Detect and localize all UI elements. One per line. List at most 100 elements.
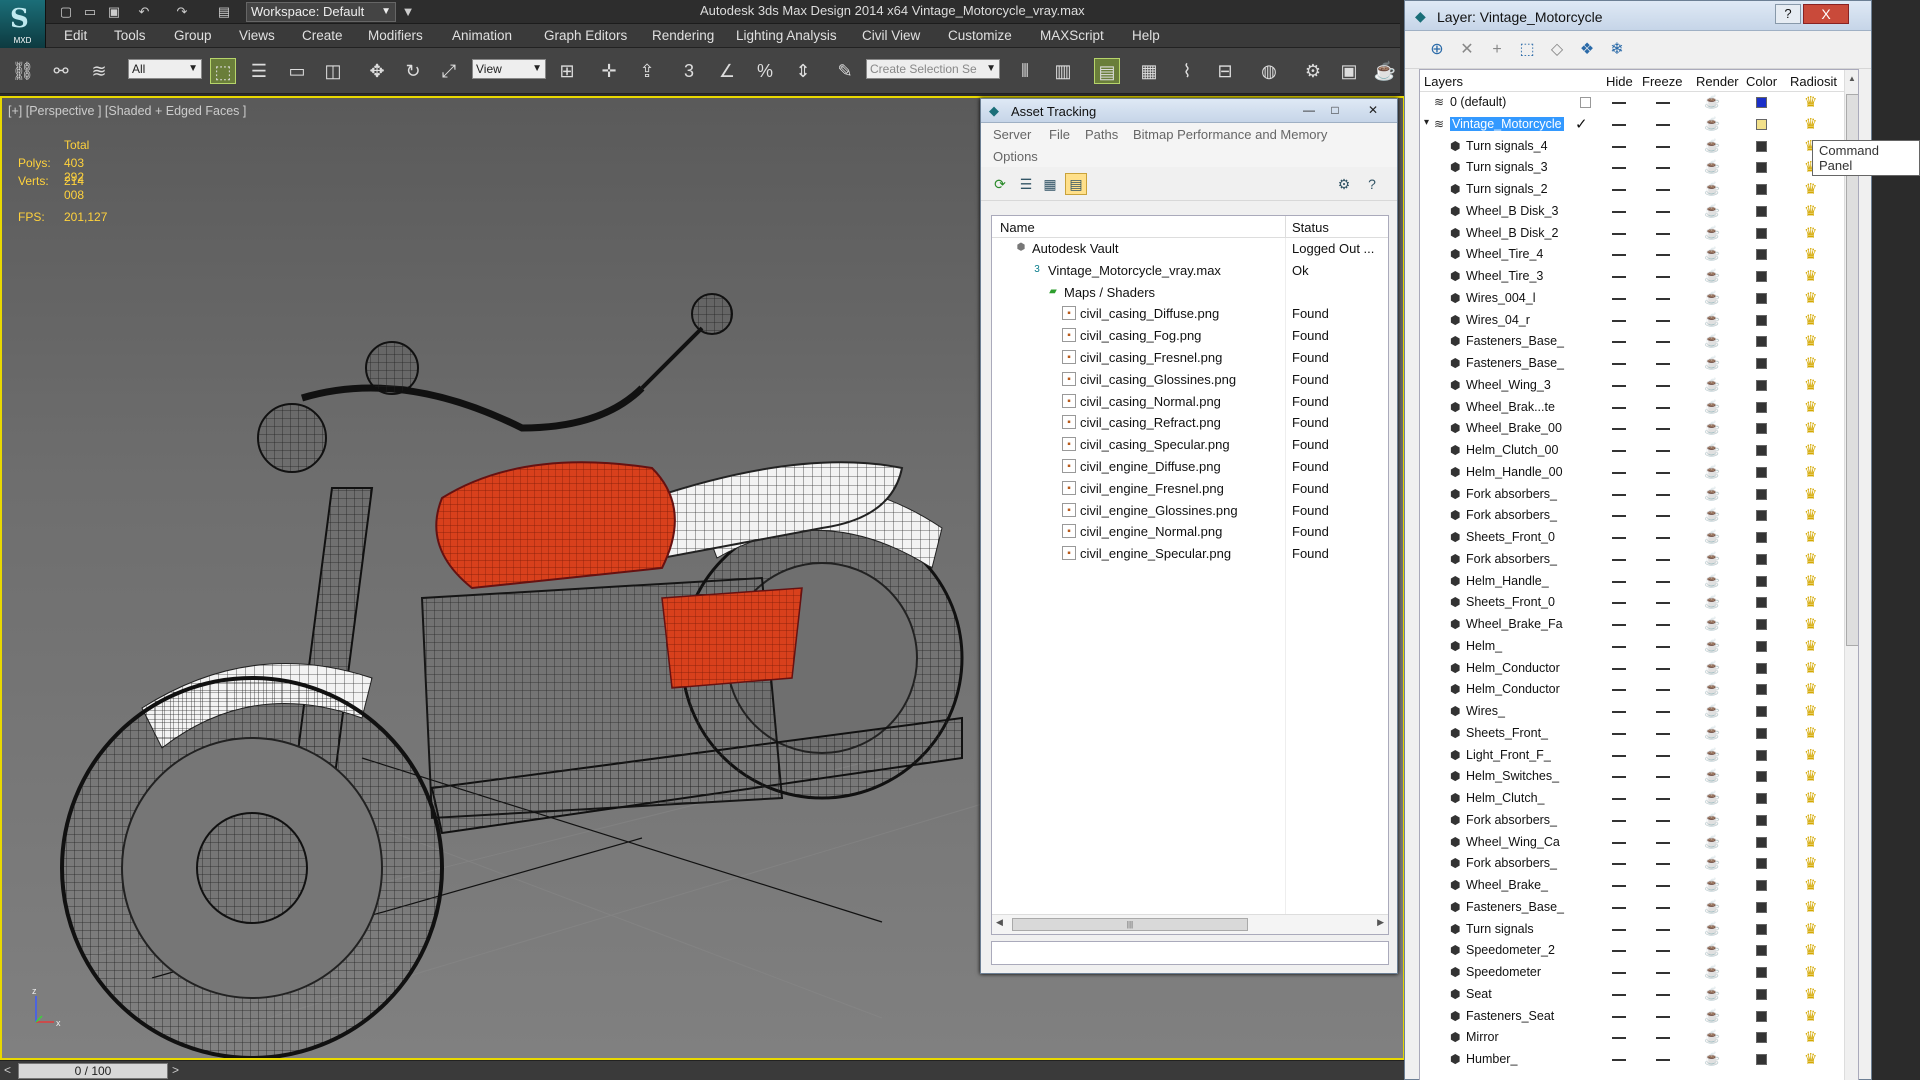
color-swatch[interactable]	[1756, 684, 1767, 696]
radiosity-icon[interactable]: ♛	[1804, 550, 1817, 568]
menu-civil-view[interactable]: Civil View	[862, 28, 920, 43]
object-row[interactable]: ⬢ Humber_ ☕ ♛	[1420, 1049, 1858, 1071]
hide-toggle[interactable]	[1612, 602, 1626, 605]
column-header-radiosity[interactable]: Radiosit	[1790, 74, 1837, 89]
color-swatch[interactable]	[1756, 814, 1767, 826]
hide-toggle[interactable]	[1612, 1037, 1626, 1040]
object-row[interactable]: ⬢ Wheel_Brake_Fa ☕ ♛	[1420, 614, 1858, 636]
hide-toggle[interactable]	[1612, 776, 1626, 779]
delete-layer-icon[interactable]: ✕	[1455, 39, 1479, 61]
refresh-icon[interactable]: ⟳	[989, 173, 1011, 195]
hide-toggle[interactable]	[1612, 972, 1626, 974]
hide-toggle[interactable]	[1612, 885, 1626, 887]
asset-row[interactable]: ▪ civil_casing_Specular.png Found	[992, 434, 1388, 456]
radiosity-icon[interactable]: ♛	[1804, 659, 1817, 677]
hide-toggle[interactable]	[1612, 754, 1626, 757]
asset-row[interactable]: ▪ civil_casing_Refract.png Found	[992, 412, 1388, 434]
color-swatch[interactable]	[1756, 1010, 1767, 1022]
hide-toggle[interactable]	[1612, 297, 1626, 300]
color-swatch[interactable]	[1756, 97, 1767, 108]
radiosity-icon[interactable]: ♛	[1804, 1007, 1817, 1025]
freeze-toggle[interactable]	[1656, 776, 1670, 779]
color-swatch[interactable]	[1756, 901, 1767, 913]
select-manipulate-icon[interactable]: ✛	[596, 58, 622, 84]
color-swatch[interactable]	[1756, 162, 1767, 174]
hide-toggle[interactable]	[1612, 711, 1626, 713]
menu-lighting-analysis[interactable]: Lighting Analysis	[736, 28, 837, 43]
color-swatch[interactable]	[1756, 401, 1767, 413]
active-layer-check-icon[interactable]: ✓	[1575, 115, 1588, 133]
asset-row[interactable]: ▪ civil_casing_Glossines.png Found	[992, 369, 1388, 391]
scale-icon[interactable]: ⤢	[436, 58, 462, 84]
render-teapot-icon[interactable]: ☕	[1704, 290, 1720, 306]
freeze-toggle[interactable]	[1656, 1015, 1670, 1018]
freeze-toggle[interactable]	[1656, 145, 1670, 148]
object-row[interactable]: ⬢ Seat ☕ ♛	[1420, 984, 1858, 1006]
render-teapot-icon[interactable]: ☕	[1704, 377, 1720, 393]
freeze-toggle[interactable]	[1656, 754, 1670, 757]
object-row[interactable]: ⬢ Helm_ ☕ ♛	[1420, 636, 1858, 658]
object-row[interactable]: ⬢ Wheel_Brak...te ☕ ♛	[1420, 397, 1858, 419]
hide-toggle[interactable]	[1612, 276, 1626, 278]
color-swatch[interactable]	[1756, 1032, 1767, 1044]
render-teapot-icon[interactable]: ☕	[1704, 486, 1720, 502]
radiosity-icon[interactable]: ♛	[1804, 854, 1817, 872]
freeze-toggle[interactable]	[1656, 711, 1670, 713]
object-row[interactable]: ⬢ Fork absorbers_ ☕ ♛	[1420, 549, 1858, 571]
render-teapot-icon[interactable]: ☕	[1704, 790, 1720, 806]
render-teapot-icon[interactable]: ☕	[1704, 616, 1720, 632]
radiosity-icon[interactable]: ♛	[1804, 963, 1817, 981]
hide-toggle[interactable]	[1612, 1015, 1626, 1018]
render-teapot-icon[interactable]: ☕	[1704, 420, 1720, 436]
radiosity-icon[interactable]: ♛	[1804, 789, 1817, 807]
color-swatch[interactable]	[1756, 662, 1767, 674]
radiosity-icon[interactable]: ♛	[1804, 724, 1817, 742]
render-teapot-icon[interactable]: ☕	[1704, 333, 1720, 349]
object-row[interactable]: ⬢ Wheel_Brake_00 ☕ ♛	[1420, 418, 1858, 440]
render-teapot-icon[interactable]: ☕	[1704, 964, 1720, 980]
column-header-layers[interactable]: Layers	[1424, 74, 1463, 89]
hide-toggle[interactable]	[1612, 210, 1626, 213]
radiosity-icon[interactable]: ♛	[1804, 1028, 1817, 1046]
render-teapot-icon[interactable]: ☕	[1704, 855, 1720, 871]
app-logo-button[interactable]: S MXD	[0, 0, 46, 48]
render-teapot-icon[interactable]: ☕	[1704, 464, 1720, 480]
scroll-right-icon[interactable]: ▶	[1377, 917, 1384, 928]
render-teapot-icon[interactable]: ☕	[1704, 681, 1720, 697]
asset-row[interactable]: 3 Vintage_Motorcycle_vray.max Ok	[992, 260, 1388, 282]
hide-toggle[interactable]	[1612, 863, 1626, 866]
hide-toggle[interactable]	[1612, 189, 1626, 191]
hide-toggle[interactable]	[1612, 384, 1626, 387]
object-row[interactable]: ⬢ Fork absorbers_ ☕ ♛	[1420, 810, 1858, 832]
column-header-hide[interactable]: Hide	[1606, 74, 1633, 89]
hide-toggle[interactable]	[1612, 580, 1626, 583]
render-teapot-icon[interactable]: ☕	[1704, 942, 1720, 958]
horizontal-scrollbar[interactable]: ◀ ||| ▶	[992, 914, 1388, 934]
color-swatch[interactable]	[1756, 967, 1767, 978]
freeze-toggle[interactable]	[1656, 428, 1670, 431]
color-swatch[interactable]	[1756, 836, 1767, 848]
asset-row[interactable]: ▪ civil_engine_Specular.png Found	[992, 543, 1388, 565]
hide-toggle[interactable]	[1612, 471, 1626, 474]
color-swatch[interactable]	[1756, 510, 1767, 522]
freeze-toggle[interactable]	[1656, 558, 1670, 561]
render-teapot-icon[interactable]: ☕	[1704, 1051, 1720, 1067]
color-swatch[interactable]	[1756, 793, 1767, 804]
menu-help[interactable]: Help	[1132, 28, 1160, 43]
object-row[interactable]: ⬢ Helm_Clutch_00 ☕ ♛	[1420, 440, 1858, 462]
freeze-toggle[interactable]	[1656, 276, 1670, 278]
asset-row[interactable]: ▪ civil_engine_Glossines.png Found	[992, 500, 1388, 522]
asset-row[interactable]: ▪ civil_casing_Normal.png Found	[992, 391, 1388, 413]
render-teapot-icon[interactable]: ☕	[1704, 573, 1720, 589]
menu-tools[interactable]: Tools	[114, 28, 146, 43]
freeze-toggle[interactable]	[1656, 906, 1670, 909]
object-row[interactable]: ⬢ Wheel_Brake_ ☕ ♛	[1420, 875, 1858, 897]
color-swatch[interactable]	[1756, 379, 1767, 391]
render-teapot-icon[interactable]: ☕	[1704, 551, 1720, 567]
hide-toggle[interactable]	[1612, 841, 1626, 844]
vertical-scrollbar[interactable]: ▲	[1844, 70, 1858, 1080]
menu-views[interactable]: Views	[239, 28, 275, 43]
object-row[interactable]: ⬢ Helm_Conductor ☕ ♛	[1420, 679, 1858, 701]
curve-editor-icon[interactable]: ⌇	[1174, 58, 1200, 84]
keyboard-shortcut-icon[interactable]: ⇪	[634, 58, 660, 84]
